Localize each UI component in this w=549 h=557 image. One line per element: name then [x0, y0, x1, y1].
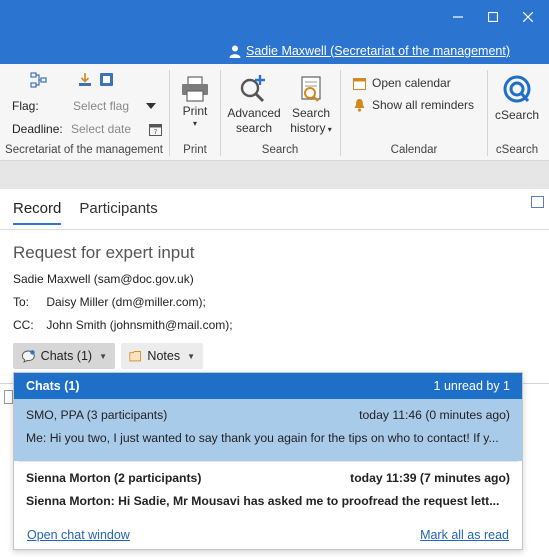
chats-popup: Chats (1) 1 unread by 1 SMO, PPA (3 part… — [13, 372, 523, 550]
group-label-calendar: Calendar — [390, 144, 438, 156]
advanced-search-button[interactable]: Advanced search — [223, 74, 285, 136]
chat-item[interactable]: SMO, PPA (3 participants) today 11:46 (0… — [14, 399, 522, 461]
open-calendar-button[interactable]: Open calendar — [353, 76, 451, 90]
csearch-icon — [503, 75, 531, 103]
record-cc-label: CC: — [13, 318, 34, 332]
show-reminders-label: Show all reminders — [372, 98, 475, 112]
maximize-icon — [488, 12, 498, 22]
tab-divider — [0, 229, 549, 230]
record-cc-value: John Smith (johnsmith@mail.com); — [46, 318, 233, 332]
record-tabs: Record Participants — [13, 200, 158, 225]
chat-item-name: Sienna Morton (2 participants) — [26, 471, 202, 485]
advanced-search-label-2: search — [235, 121, 273, 135]
chat-item-time: today 11:39 (7 minutes ago) — [350, 471, 510, 485]
minimize-button[interactable] — [443, 6, 473, 28]
chats-dropdown-arrow: ▼ — [99, 351, 107, 361]
chats-popup-header: Chats (1) 1 unread by 1 — [14, 373, 522, 399]
ribbon-group-calendar: Open calendar Show all reminders Calenda… — [341, 68, 487, 158]
minimize-icon — [453, 16, 463, 18]
flag-label: Flag: — [12, 99, 39, 113]
flag-select-value: Select flag — [73, 99, 130, 113]
csearch-button[interactable]: cSearch — [491, 74, 543, 123]
notes-button[interactable]: Notes ▼ — [121, 343, 203, 369]
print-button[interactable]: Print ▾ — [179, 76, 211, 129]
chat-icon — [21, 349, 35, 363]
chat-item[interactable]: Sienna Morton (2 participants) today 11:… — [14, 462, 522, 524]
close-button[interactable] — [513, 6, 543, 28]
open-calendar-label: Open calendar — [372, 76, 451, 90]
record-subject: Request for expert input — [13, 243, 195, 262]
chat-item-preview: Sienna Morton: Hi Sadie, Mr Mousavi has … — [26, 494, 500, 508]
deadline-date-value: Select date — [71, 122, 132, 136]
search-history-label-1: Search — [291, 106, 331, 120]
calendar-icon — [353, 77, 366, 90]
record-from: Sadie Maxwell (sam@doc.gov.uk) — [13, 272, 194, 286]
chats-popup-title: Chats (1) — [26, 379, 80, 393]
ribbon-bottom-strip — [0, 161, 549, 189]
chats-unread-summary: 1 unread by 1 — [433, 379, 510, 393]
search-history-icon — [301, 76, 321, 102]
user-icon — [229, 45, 241, 58]
close-icon — [523, 12, 533, 22]
current-user-label: Sadie Maxwell (Secretariat of the manage… — [246, 44, 511, 58]
advanced-search-icon — [240, 75, 265, 103]
chevron-down-icon — [146, 102, 157, 109]
chat-item-preview: Me: Hi you two, I just wanted to say tha… — [26, 431, 499, 445]
ribbon-group-secretariat: Flag: Select flag Deadline: Select date … — [0, 68, 168, 158]
deadline-date-picker[interactable]: Select date 7 — [71, 122, 163, 136]
record-to-label: To: — [13, 295, 30, 309]
download-icon[interactable] — [78, 72, 92, 87]
record-to-value: Daisy Miller (dm@miller.com); — [46, 295, 206, 309]
chat-item-name: SMO, PPA (3 participants) — [26, 408, 168, 422]
background-checkbox — [4, 390, 13, 404]
chat-item-time: today 11:46 (0 minutes ago) — [359, 408, 510, 422]
printer-icon — [182, 76, 208, 102]
group-label-csearch: cSearch — [495, 144, 539, 156]
bell-icon — [354, 99, 365, 112]
record-to-row: To: Daisy Miller (dm@miller.com); — [13, 295, 206, 309]
search-history-button[interactable]: Search history ▾ — [285, 74, 337, 137]
export-icon[interactable] — [99, 72, 114, 87]
chats-popup-footer: Open chat window Mark all as read — [14, 521, 522, 549]
notes-dropdown-arrow: ▼ — [187, 351, 195, 361]
popout-icon[interactable] — [531, 196, 544, 208]
group-label-print: Print — [183, 144, 207, 156]
ribbon: Flag: Select flag Deadline: Select date … — [0, 64, 549, 161]
notes-button-label: Notes — [147, 349, 181, 363]
search-history-label-2: history — [290, 121, 326, 135]
current-user-link[interactable]: Sadie Maxwell (Secretariat of the manage… — [229, 44, 510, 58]
chats-button[interactable]: Chats (1) ▼ — [13, 343, 115, 369]
flag-select[interactable]: Select flag — [73, 99, 163, 113]
advanced-search-label-1: Advanced — [227, 106, 281, 120]
workflow-icon[interactable] — [30, 72, 48, 88]
ribbon-group-print: Print ▾ Print — [170, 68, 220, 158]
record-cc-row: CC: John Smith (johnsmith@mail.com); — [13, 318, 233, 332]
tab-participants[interactable]: Participants — [79, 200, 157, 225]
search-history-label-2-row: history ▾ — [285, 121, 337, 137]
notes-icon — [129, 351, 142, 362]
open-chat-window-link[interactable]: Open chat window — [27, 528, 130, 542]
deadline-label: Deadline: — [12, 122, 63, 136]
group-label-secretariat: Secretariat of the management — [5, 144, 163, 156]
tab-record[interactable]: Record — [13, 200, 62, 225]
calendar-small-icon: 7 — [149, 123, 163, 136]
search-history-dropdown-arrow: ▾ — [325, 125, 332, 134]
csearch-label: cSearch — [494, 108, 540, 122]
title-bar: Sadie Maxwell (Secretariat of the manage… — [0, 0, 549, 64]
ribbon-group-csearch: cSearch cSearch — [488, 68, 546, 158]
print-dropdown-arrow: ▾ — [192, 119, 197, 128]
show-reminders-button[interactable]: Show all reminders — [353, 98, 474, 112]
chats-button-label: Chats (1) — [40, 349, 93, 363]
mark-all-read-link[interactable]: Mark all as read — [420, 528, 509, 542]
print-button-label: Print — [182, 104, 208, 118]
ribbon-group-search: Advanced search Search history ▾ Search — [221, 68, 339, 158]
group-label-search: Search — [261, 144, 299, 156]
maximize-button[interactable] — [478, 6, 508, 28]
